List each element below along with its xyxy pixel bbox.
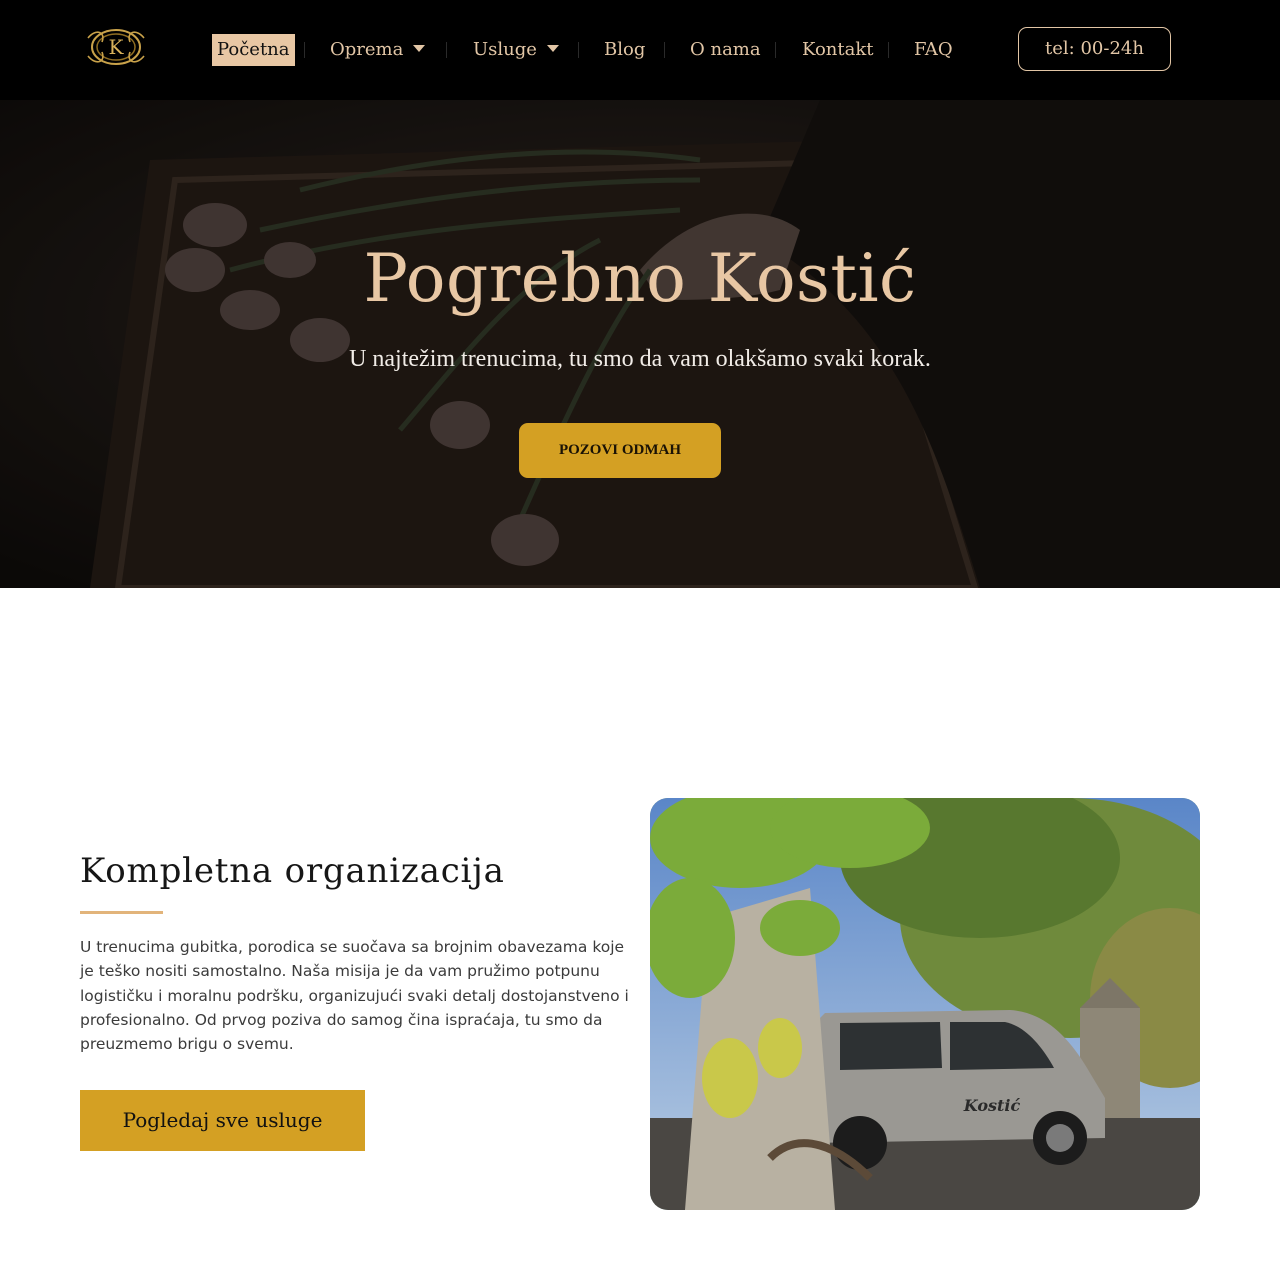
hero-section: Pogrebno Kostić U najtežim trenucima, tu… xyxy=(0,100,1280,588)
site-header: K Početna Oprema Usluge Blog O nama Kont… xyxy=(0,0,1280,100)
nav-divider xyxy=(775,42,776,58)
nav-label: Usluge xyxy=(473,39,537,60)
nav-item-o-nama[interactable]: O nama xyxy=(690,34,761,66)
caret-down-icon xyxy=(546,44,559,52)
section-paragraph: U trenucima gubitka, porodica se suočava… xyxy=(80,938,629,1054)
nav-item-kontakt[interactable]: Kontakt xyxy=(802,34,874,66)
phone-button[interactable]: tel: 00-24h xyxy=(1018,27,1171,71)
nav-label: Oprema xyxy=(330,39,404,60)
nav-item-oprema[interactable]: Oprema xyxy=(330,34,426,66)
hero-title: Pogrebno Kostić xyxy=(363,240,917,317)
section-title: Kompletna organizacija xyxy=(80,851,505,891)
view-services-button[interactable]: Pogledaj sve usluge xyxy=(80,1090,365,1151)
nav-label: Početna xyxy=(217,39,290,60)
nav-item-pocetna[interactable]: Početna xyxy=(212,34,295,66)
call-now-button[interactable]: POZOVI ODMAH xyxy=(519,423,721,478)
hearse-van-photo: Kostić xyxy=(650,798,1200,1210)
hero-subtitle: U najtežim trenucima, tu smo da vam olak… xyxy=(349,346,931,372)
nav-label: Kontakt xyxy=(802,39,874,60)
nav-divider xyxy=(446,42,447,58)
hearse-photo-illustration: Kostić xyxy=(650,798,1200,1210)
nav-item-blog[interactable]: Blog xyxy=(604,34,645,66)
caret-down-icon xyxy=(413,44,426,52)
van-logo-text: Kostić xyxy=(963,1096,1021,1115)
hero-overlay xyxy=(0,100,1280,588)
title-underline xyxy=(80,911,163,914)
nav-label: O nama xyxy=(690,39,761,60)
nav-label: Blog xyxy=(604,39,646,60)
nav-item-usluge[interactable]: Usluge xyxy=(473,34,559,66)
nav-divider xyxy=(664,42,665,58)
nav-item-faq[interactable]: FAQ xyxy=(914,34,953,66)
nav-divider xyxy=(888,42,889,58)
nav-divider xyxy=(578,42,579,58)
nav-label: FAQ xyxy=(914,39,953,60)
nav-divider xyxy=(304,42,305,58)
